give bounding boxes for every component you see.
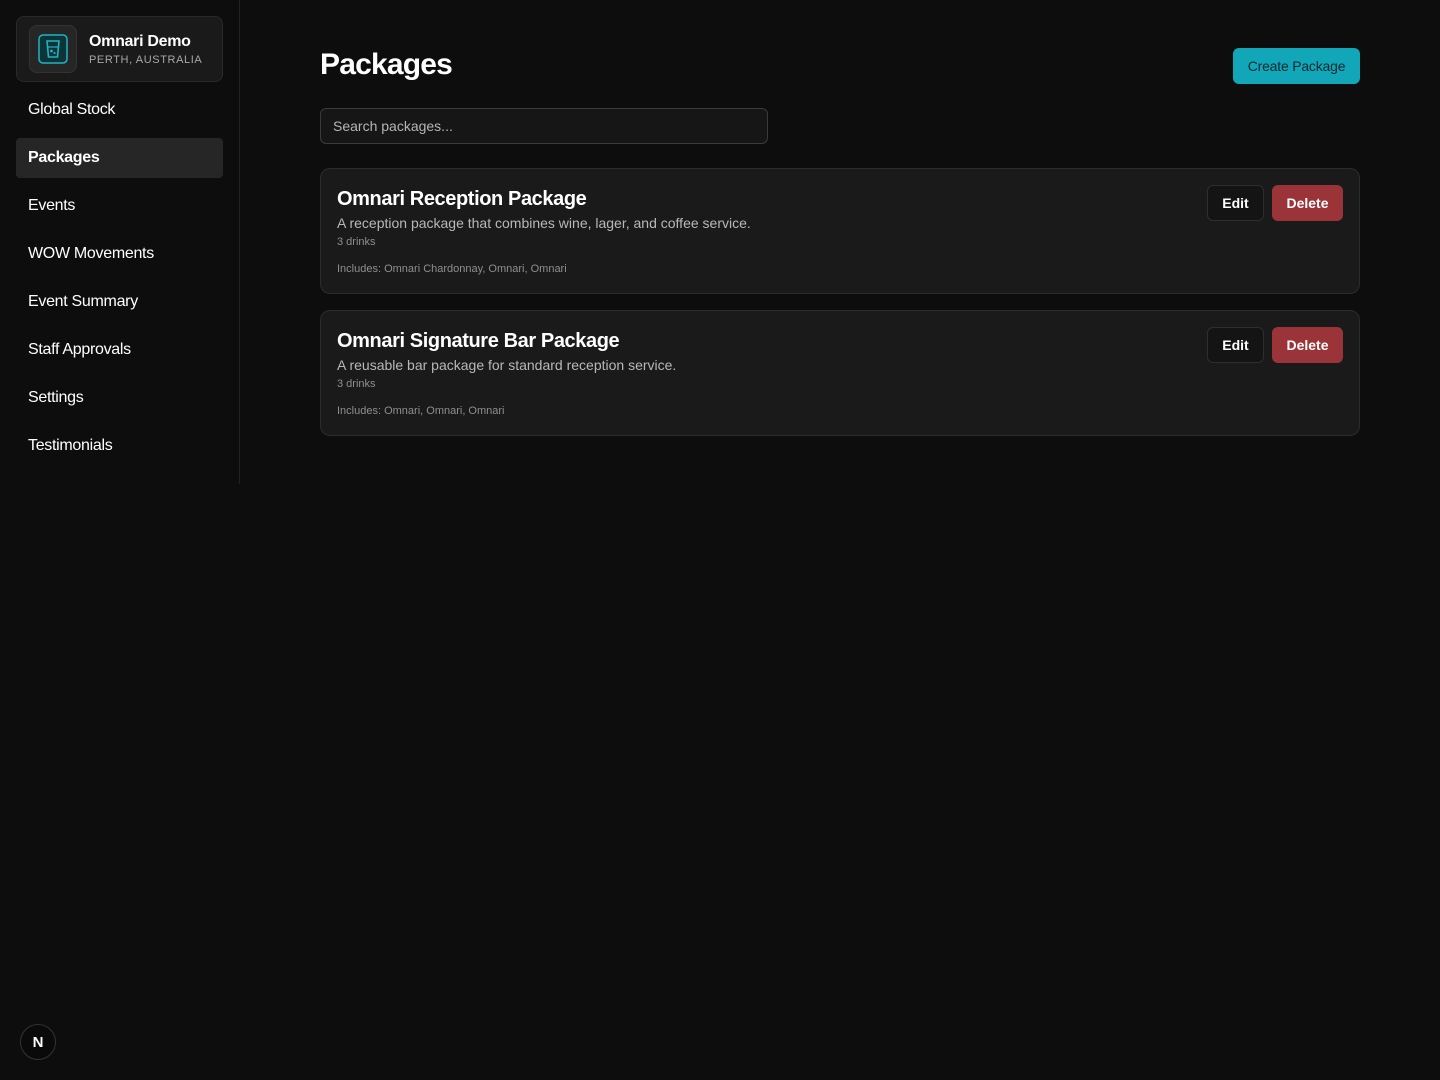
sidebar-item-global-stock[interactable]: Global Stock [16, 90, 223, 130]
org-location: PERTH, AUSTRALIA [89, 54, 203, 66]
org-name: Omnari Demo [89, 33, 191, 50]
package-description: A reception package that combines wine, … [337, 215, 751, 231]
search-input[interactable] [320, 108, 768, 144]
glass-icon [29, 25, 77, 73]
package-card: Omnari Signature Bar Package A reusable … [320, 310, 1360, 436]
sidebar-item-wow-movements[interactable]: WOW Movements [16, 234, 223, 274]
sidebar-item-packages[interactable]: Packages [16, 138, 223, 178]
org-switcher[interactable]: Omnari Demo PERTH, AUSTRALIA [16, 16, 223, 82]
dev-tools-badge[interactable]: N [20, 1024, 56, 1060]
package-actions: Edit Delete [1207, 327, 1343, 363]
package-actions: Edit Delete [1207, 185, 1343, 221]
package-name: Omnari Signature Bar Package [337, 330, 620, 352]
edit-button[interactable]: Edit [1207, 327, 1264, 363]
package-includes: Includes: Omnari, Omnari, Omnari [337, 405, 505, 417]
package-drink-count: 3 drinks [337, 378, 376, 390]
sidebar-item-settings[interactable]: Settings [16, 378, 223, 418]
sidebar-item-event-summary[interactable]: Event Summary [16, 282, 223, 322]
sidebar: Omnari Demo PERTH, AUSTRALIA Global Stoc… [0, 0, 240, 484]
page-title: Packages [320, 48, 453, 81]
package-includes: Includes: Omnari Chardonnay, Omnari, Omn… [337, 263, 567, 275]
package-card: Omnari Reception Package A reception pac… [320, 168, 1360, 294]
sidebar-item-events[interactable]: Events [16, 186, 223, 226]
package-description: A reusable bar package for standard rece… [337, 357, 677, 373]
sidebar-nav: Global Stock Packages Events WOW Movemen… [16, 90, 223, 466]
edit-button[interactable]: Edit [1207, 185, 1264, 221]
delete-button[interactable]: Delete [1272, 185, 1343, 221]
package-name: Omnari Reception Package [337, 188, 587, 210]
sidebar-item-testimonials[interactable]: Testimonials [16, 426, 223, 466]
sidebar-item-staff-approvals[interactable]: Staff Approvals [16, 330, 223, 370]
delete-button[interactable]: Delete [1272, 327, 1343, 363]
create-package-button[interactable]: Create Package [1233, 48, 1360, 84]
package-drink-count: 3 drinks [337, 236, 376, 248]
